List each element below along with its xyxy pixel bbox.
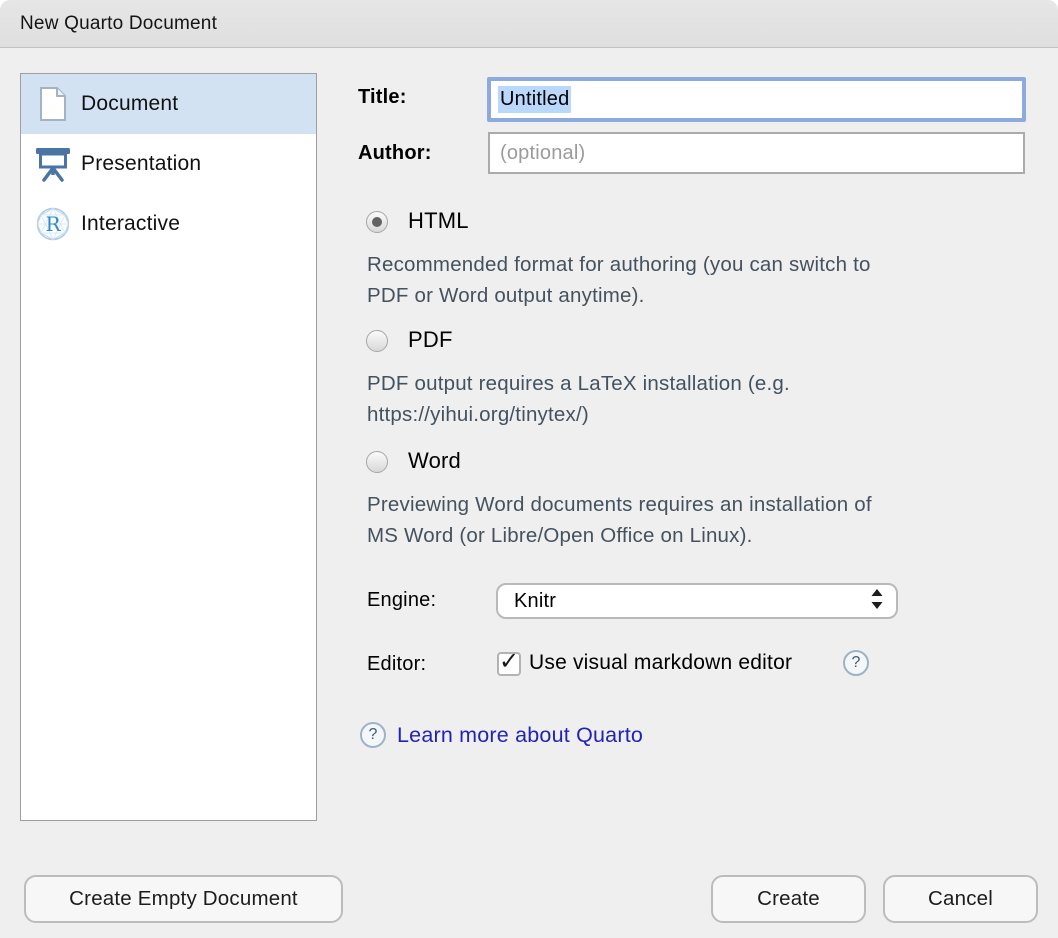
- author-input[interactable]: (optional): [488, 132, 1025, 174]
- title-input-value: Untitled: [498, 86, 571, 113]
- create-empty-document-button[interactable]: Create Empty Document: [24, 875, 343, 923]
- shiny-globe-icon: R: [34, 204, 72, 244]
- sidebar-item-label: Document: [81, 92, 178, 116]
- dropdown-arrows-icon: [870, 588, 884, 615]
- checkmark-icon: ✓: [499, 650, 519, 674]
- title-field-label: Title:: [358, 86, 407, 109]
- dialog-title: New Quarto Document: [20, 13, 217, 35]
- radio-html-label[interactable]: HTML: [408, 208, 469, 234]
- new-quarto-document-dialog: New Quarto Document Document: [0, 0, 1058, 938]
- learn-more-link[interactable]: Learn more about Quarto: [397, 723, 643, 748]
- radio-word-label[interactable]: Word: [408, 448, 461, 474]
- word-format-description: Previewing Word documents requires an in…: [367, 489, 1032, 551]
- sidebar-item-label: Interactive: [81, 212, 180, 236]
- quarto-help-icon[interactable]: ?: [360, 722, 386, 748]
- radio-pdf[interactable]: [366, 330, 388, 352]
- sidebar-item-interactive[interactable]: R Interactive: [21, 194, 316, 254]
- radio-pdf-label[interactable]: PDF: [408, 327, 453, 353]
- radio-html[interactable]: [366, 211, 388, 233]
- svg-text:R: R: [45, 212, 61, 236]
- sidebar-item-presentation[interactable]: Presentation: [21, 134, 316, 194]
- author-input-placeholder: (optional): [500, 142, 585, 165]
- editor-field-label: Editor:: [367, 653, 426, 676]
- visual-editor-help-icon[interactable]: ?: [843, 650, 869, 676]
- engine-select-value: Knitr: [514, 590, 870, 613]
- dialog-titlebar: New Quarto Document: [0, 0, 1058, 48]
- document-icon: [34, 84, 72, 124]
- html-format-description: Recommended format for authoring (you ca…: [367, 249, 1032, 311]
- create-button[interactable]: Create: [711, 875, 866, 923]
- sidebar-item-label: Presentation: [81, 152, 201, 176]
- cancel-button[interactable]: Cancel: [883, 875, 1038, 923]
- engine-field-label: Engine:: [367, 589, 436, 612]
- visual-editor-checkbox[interactable]: ✓: [497, 652, 521, 676]
- engine-select[interactable]: Knitr: [496, 583, 898, 619]
- pdf-format-description: PDF output requires a LaTeX installation…: [367, 368, 1032, 430]
- presentation-icon: [34, 144, 72, 184]
- visual-editor-checkbox-label[interactable]: Use visual markdown editor: [529, 651, 792, 675]
- title-input[interactable]: Untitled: [487, 77, 1026, 122]
- sidebar-item-document[interactable]: Document: [21, 74, 316, 134]
- radio-word[interactable]: [366, 451, 388, 473]
- author-field-label: Author:: [358, 142, 432, 165]
- document-type-list: Document Presentation R: [20, 73, 317, 821]
